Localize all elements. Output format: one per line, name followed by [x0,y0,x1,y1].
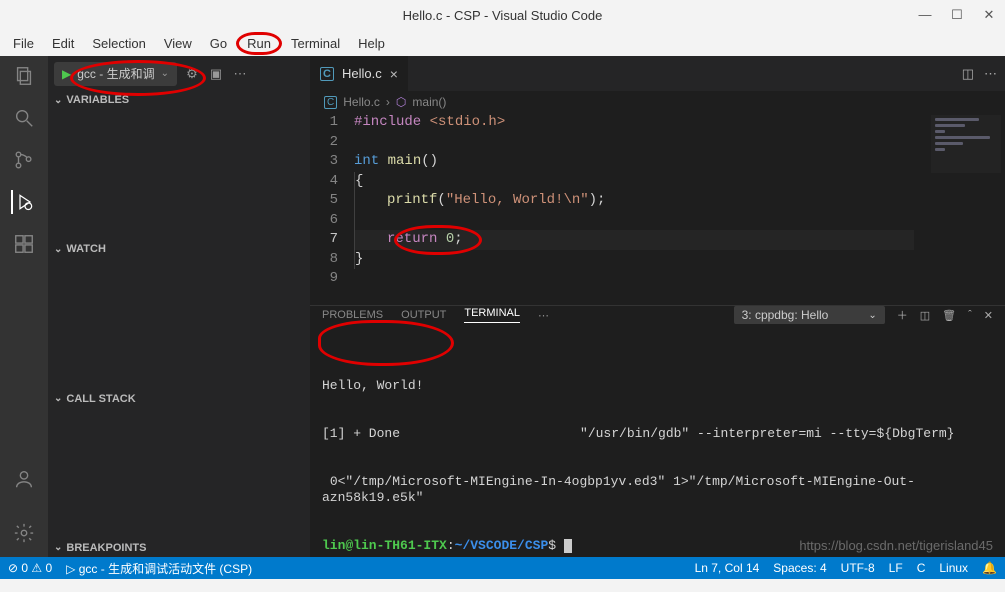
activity-bar [0,56,48,557]
debug-toolbar: ▶ gcc - 生成和调 ⌄ ⚙ ▣ ⋯ [48,56,310,91]
c-file-icon: C [320,67,334,81]
terminal-prompt: lin@lin-TH61-ITX:~/VSCODE/CSP$ [322,538,993,554]
maximize-icon[interactable]: ☐ [949,7,965,23]
run-debug-icon[interactable] [11,190,35,214]
terminal-line: 0<"/tmp/Microsoft-MIEngine-In-4ogbp1yv.e… [322,474,993,506]
debug-side-panel: ▶ gcc - 生成和调 ⌄ ⚙ ▣ ⋯ ⌄ Variables ⌄ Watch… [48,56,310,557]
workbench: ▶ gcc - 生成和调 ⌄ ⚙ ▣ ⋯ ⌄ Variables ⌄ Watch… [0,56,1005,557]
line-gutter: 1 2 3 4 5 6 7 8 9 [310,113,354,305]
terminal-selector[interactable]: 3: cppdbg: Hello ⌄ [734,306,885,324]
chevron-down-icon: ⌄ [54,393,62,404]
menu-help[interactable]: Help [349,34,394,53]
code-editor[interactable]: 1 2 3 4 5 6 7 8 9 #include <stdio.h> int… [310,113,1005,305]
minimize-icon[interactable]: — [917,7,933,23]
chevron-down-icon: ⌄ [868,310,876,321]
annotation-circle [318,320,454,366]
status-errors[interactable]: ⊘ 0 ⚠ 0 [8,561,52,575]
section-variables[interactable]: ⌄ Variables [48,91,310,109]
editor-area: C Hello.c × ◫ ⋯ C Hello.c › ⬡ main() 1 2… [310,56,1005,557]
terminal-line: Hello, World! [322,378,993,394]
tab-problems[interactable]: PROBLEMS [322,309,383,321]
close-icon[interactable]: ✕ [981,7,997,23]
chevron-down-icon: ⌄ [161,68,169,79]
more-actions-icon[interactable]: ⋯ [984,66,997,82]
debug-console-icon[interactable]: ▣ [207,66,225,82]
window-title: Hello.c - CSP - Visual Studio Code [403,8,603,23]
menu-run[interactable]: Run [236,32,282,55]
c-file-icon: C [324,96,337,109]
cube-icon: ⬡ [396,95,406,109]
launch-config-label: gcc - 生成和调 [77,65,154,82]
section-call-stack[interactable]: ⌄ Call Stack [48,390,310,408]
close-panel-icon[interactable]: ✕ [984,309,993,322]
close-tab-icon[interactable]: × [390,66,398,82]
menu-terminal[interactable]: Terminal [282,34,349,53]
title-bar: Hello.c - CSP - Visual Studio Code — ☐ ✕ [0,0,1005,30]
section-watch[interactable]: ⌄ Watch [48,240,310,258]
trash-icon[interactable]: 🗑 [942,309,956,322]
section-breakpoints[interactable]: ⌄ Breakpoints [48,539,310,557]
terminal-cursor [564,539,572,553]
status-launch-config[interactable]: ▷ gcc - 生成和调试活动文件 (CSP) [66,560,252,577]
menu-bar: File Edit Selection View Go Run Terminal… [0,30,1005,56]
debug-alt-icon: ▷ [66,562,75,576]
chevron-down-icon: ⌄ [54,244,62,255]
minimap[interactable] [931,115,1001,173]
accounts-icon[interactable] [12,467,36,491]
split-terminal-icon[interactable]: ◫ [920,309,930,322]
menu-file[interactable]: File [4,34,43,53]
more-icon[interactable]: ⋯ [231,66,249,82]
menu-go[interactable]: Go [201,34,236,53]
gear-icon[interactable]: ⚙ [183,66,201,82]
menu-view[interactable]: View [155,34,201,53]
source-control-icon[interactable] [12,148,36,172]
start-debug-icon[interactable]: ▶ [62,67,71,81]
menu-selection[interactable]: Selection [83,34,154,53]
search-icon[interactable] [12,106,36,130]
tab-output[interactable]: OUTPUT [401,309,446,321]
menu-edit[interactable]: Edit [43,34,83,53]
panel-tabs: PROBLEMS OUTPUT TERMINAL ⋯ 3: cppdbg: He… [310,306,1005,324]
tab-terminal[interactable]: TERMINAL [464,307,520,323]
chevron-right-icon: › [386,95,390,109]
explorer-icon[interactable] [12,64,36,88]
window-controls: — ☐ ✕ [917,0,997,30]
chevron-down-icon: ⌄ [54,542,62,553]
maximize-panel-icon[interactable]: ˆ [968,309,972,321]
launch-config-selector[interactable]: ▶ gcc - 生成和调 ⌄ [54,62,177,86]
code-content[interactable]: #include <stdio.h> int main() { printf("… [354,113,914,305]
new-terminal-icon[interactable]: ＋ [897,307,908,323]
editor-tabs: C Hello.c × ◫ ⋯ [310,56,1005,91]
chevron-down-icon: ⌄ [54,95,62,106]
extensions-icon[interactable] [12,232,36,256]
settings-icon[interactable] [12,521,36,545]
breadcrumb[interactable]: C Hello.c › ⬡ main() [310,91,1005,113]
tab-hello-c[interactable]: C Hello.c × [310,56,409,91]
terminal-output[interactable]: Hello, World! [1] + Done"/usr/bin/gdb" -… [310,324,1005,592]
split-editor-icon[interactable]: ◫ [962,66,974,82]
terminal-line: [1] + Done"/usr/bin/gdb" --interpreter=m… [322,426,993,442]
bottom-panel: PROBLEMS OUTPUT TERMINAL ⋯ 3: cppdbg: He… [310,305,1005,557]
more-icon[interactable]: ⋯ [538,309,549,322]
